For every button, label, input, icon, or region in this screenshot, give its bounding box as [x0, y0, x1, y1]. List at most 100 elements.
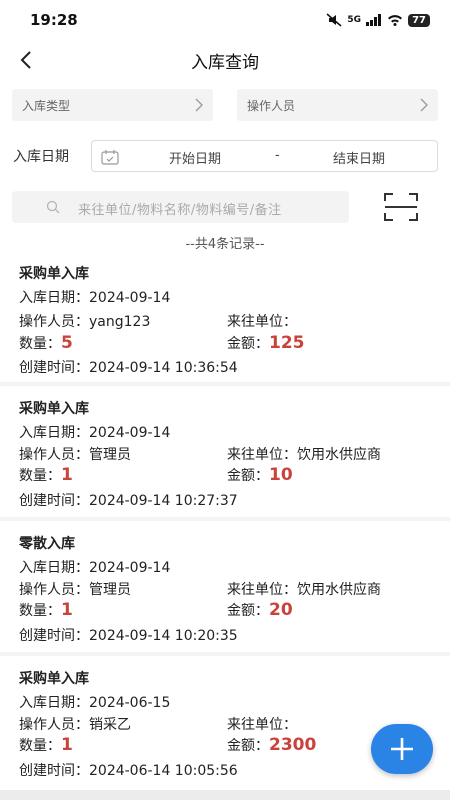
record-date: 入库日期：2024-09-14: [19, 287, 170, 307]
created-caption: 创建时间：: [19, 763, 89, 779]
record-operator: 操作人员：yang123: [19, 311, 150, 331]
signal-icon: [366, 14, 382, 26]
search-row: 来往单位/物料名称/物料编号/备注: [0, 191, 450, 223]
end-date[interactable]: 结束日期: [333, 148, 385, 167]
record-type: 采购单入库: [19, 266, 89, 282]
operator-value: yang123: [89, 314, 151, 330]
bottom-bar: [0, 790, 450, 800]
chevron-right-icon: [420, 98, 428, 112]
operator-caption: 操作人员：: [19, 314, 89, 330]
date-caption: 入库日期：: [19, 425, 89, 441]
operator-selector[interactable]: 操作人员: [237, 89, 438, 121]
record-partner: 来往单位：饮用水供应商: [227, 444, 381, 464]
qty-caption: 数量：: [19, 468, 61, 484]
record-partner: 来往单位：饮用水供应商: [227, 579, 381, 599]
amount-value: 10: [269, 465, 293, 485]
operator-caption: 操作人员：: [19, 582, 89, 598]
record-operator: 操作人员：管理员: [19, 444, 131, 464]
date-label: 入库日期: [13, 149, 69, 165]
plus-icon: [391, 738, 413, 760]
record-item[interactable]: 零散入库 入库日期：2024-09-14 操作人员：管理员 来往单位：饮用水供应…: [0, 528, 450, 656]
date-caption: 入库日期：: [19, 290, 89, 306]
created-caption: 创建时间：: [19, 628, 89, 644]
qty-caption: 数量：: [19, 603, 61, 619]
created-value: 2024-09-14 10:36:54: [89, 360, 238, 376]
operator-value: 销采乙: [89, 717, 131, 733]
qty-value: 1: [61, 735, 73, 755]
scan-icon[interactable]: [383, 191, 419, 223]
record-created: 创建时间：2024-06-14 10:05:56: [19, 760, 238, 780]
record-type: 采购单入库: [19, 401, 89, 417]
created-caption: 创建时间：: [19, 360, 89, 376]
partner-caption: 来往单位：: [227, 717, 297, 733]
record-type: 零散入库: [19, 536, 75, 552]
amount-caption: 金额：: [227, 468, 269, 484]
status-bar: 19:28 5G 77: [0, 0, 450, 40]
record-date: 入库日期：2024-06-15: [19, 692, 170, 712]
page-title: 入库查询: [191, 52, 259, 73]
date-caption: 入库日期：: [19, 560, 89, 576]
qty-caption: 数量：: [19, 738, 61, 754]
date-value: 2024-09-14: [89, 560, 171, 576]
amount-value: 2300: [269, 735, 317, 755]
created-value: 2024-06-14 10:05:56: [89, 763, 238, 779]
date-value: 2024-06-15: [89, 695, 171, 711]
wifi-icon: [388, 15, 403, 26]
operator-caption: 操作人员：: [19, 447, 89, 463]
amount-caption: 金额：: [227, 738, 269, 754]
back-button[interactable]: [14, 48, 38, 72]
record-created: 创建时间：2024-09-14 10:20:35: [19, 625, 238, 645]
record-operator: 操作人员：销采乙: [19, 714, 131, 734]
record-partner: 来往单位：: [227, 714, 297, 734]
qty-value: 5: [61, 333, 73, 353]
qty-caption: 数量：: [19, 336, 61, 352]
operator-label: 操作人员: [247, 98, 296, 113]
network-label: 5G: [347, 15, 362, 25]
date-range-picker[interactable]: 开始日期 - 结束日期: [91, 140, 438, 172]
records-count: --共4条记录--: [185, 237, 265, 252]
partner-caption: 来往单位：: [227, 582, 297, 598]
date-caption: 入库日期：: [19, 695, 89, 711]
created-value: 2024-09-14 10:27:37: [89, 493, 238, 509]
amount-caption: 金额：: [227, 603, 269, 619]
partner-value: 饮用水供应商: [297, 447, 381, 463]
battery-indicator: 77: [408, 13, 430, 27]
record-qty: 数量：1: [19, 465, 73, 485]
date-separator: -: [275, 148, 280, 163]
search-input[interactable]: 来往单位/物料名称/物料编号/备注: [12, 191, 349, 223]
add-record-button[interactable]: [371, 724, 433, 774]
date-value: 2024-09-14: [89, 290, 171, 306]
partner-caption: 来往单位：: [227, 314, 297, 330]
record-amount: 金额：125: [227, 333, 305, 353]
partner-caption: 来往单位：: [227, 447, 297, 463]
record-amount: 金额：10: [227, 465, 293, 485]
record-item[interactable]: 采购单入库 入库日期：2024-09-14 操作人员：管理员 来往单位：饮用水供…: [0, 393, 450, 521]
created-value: 2024-09-14 10:20:35: [89, 628, 238, 644]
status-time: 19:28: [30, 11, 78, 29]
start-date[interactable]: 开始日期: [169, 148, 221, 167]
record-date: 入库日期：2024-09-14: [19, 422, 170, 442]
date-value: 2024-09-14: [89, 425, 171, 441]
calendar-icon: [101, 150, 119, 165]
operator-value: 管理员: [89, 582, 131, 598]
status-icons: 5G 77: [326, 13, 430, 27]
record-date: 入库日期：2024-09-14: [19, 557, 170, 577]
mute-icon: [326, 13, 342, 27]
created-caption: 创建时间：: [19, 493, 89, 509]
chevron-left-icon: [20, 51, 31, 69]
record-item[interactable]: 采购单入库 入库日期：2024-09-14 操作人员：yang123 来往单位：…: [0, 258, 450, 386]
record-partner: 来往单位：: [227, 311, 297, 331]
search-icon: [46, 200, 60, 214]
record-qty: 数量：1: [19, 600, 73, 620]
amount-value: 125: [269, 333, 305, 353]
record-amount: 金额：2300: [227, 735, 316, 755]
inbound-type-selector[interactable]: 入库类型: [12, 89, 213, 121]
partner-value: 饮用水供应商: [297, 582, 381, 598]
search-placeholder: 来往单位/物料名称/物料编号/备注: [78, 203, 282, 218]
record-operator: 操作人员：管理员: [19, 579, 131, 599]
chevron-right-icon: [195, 98, 203, 112]
qty-value: 1: [61, 465, 73, 485]
amount-value: 20: [269, 600, 293, 620]
record-qty: 数量：5: [19, 333, 73, 353]
operator-value: 管理员: [89, 447, 131, 463]
